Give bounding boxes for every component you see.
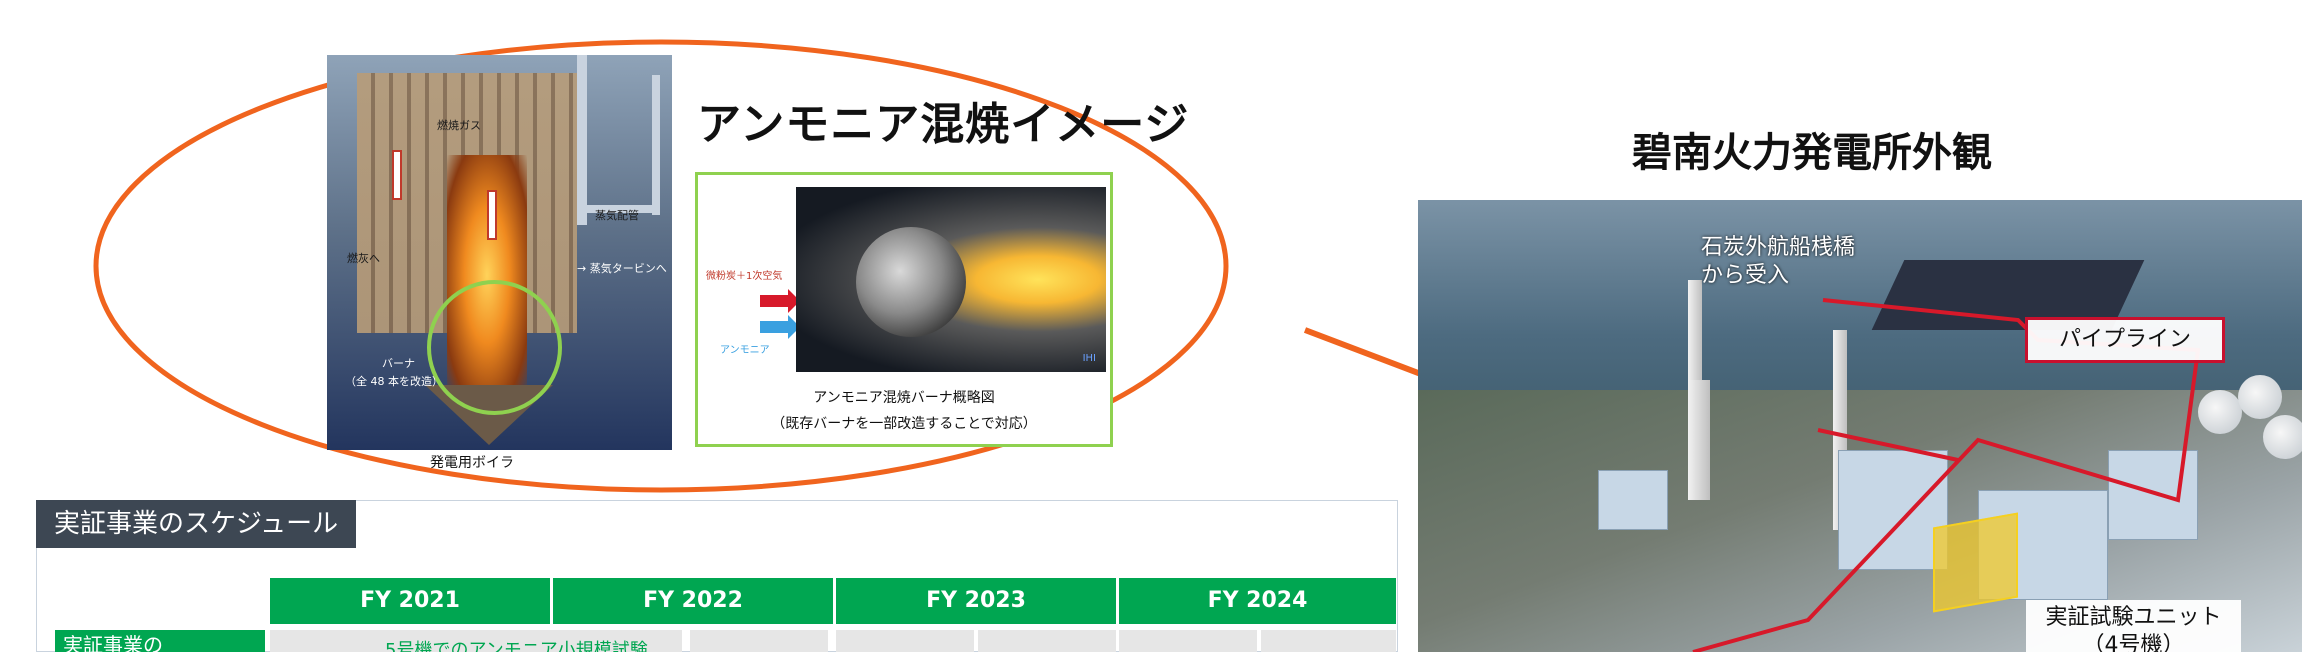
schedule-row-note: 5号機でのアンモニア小規模試験 [385,640,648,652]
schedule-row-label: 実証事業の [55,630,265,652]
coal-pier-label-2: から受入 [1701,263,1790,288]
gas-flow-arrow [487,190,497,240]
ammonia-input-arrow [760,315,800,339]
ash-label: 燃灰へ [347,252,380,265]
burner-note-label: （全 48 本を改造） [345,375,443,388]
ammonia-input-label: アンモニア [720,345,770,356]
schedule-title: 実証事業のスケジュール [36,500,357,548]
inset-caption-note: （既存バーナを一部改造することで対応） [771,416,1037,432]
boiler-illustration: 燃焼ガス 燃灰へ 蒸気配管 → 蒸気タービンへ バーナ （全 48 本を改造） [327,55,672,450]
schedule-cell [1119,630,1257,652]
inset-caption: アンモニア混焼バーナ概略図 [813,390,995,406]
test-unit-label: 実証試験ユニット （4号機） [2026,600,2241,652]
boiler-caption: 発電用ボイラ [430,455,514,471]
schedule-cell [978,630,1116,652]
schedule-cell [690,630,828,652]
schedule-cell [836,630,974,652]
burner-highlight-circle [427,280,562,415]
gas-flow-arrow [392,150,402,200]
test-unit-label-line2: （4号機） [2082,633,2185,652]
coal-input-label: 微粉炭＋1次空気 [706,271,783,282]
coal-pier-label: 石炭外航船桟橋 [1701,235,1856,260]
maker-logo: IHI [1082,353,1096,364]
burner-inset: 微粉炭＋1次空気 アンモニア IHI アンモニア混焼バーナ概略図 （既存バーナを… [695,172,1113,447]
pipeline-label: パイプライン [2025,317,2225,363]
burner-image: IHI [796,187,1106,372]
fy-2023-header: FY 2023 [836,578,1116,624]
photo-title: 碧南火力発電所外観 [1632,130,1992,176]
fy-2024-header: FY 2024 [1119,578,1396,624]
turbine-label: → 蒸気タービンへ [577,262,667,275]
exhaust-label: 燃焼ガス [437,119,481,132]
fy-2022-header: FY 2022 [553,578,833,624]
test-unit-label-line1: 実証試験ユニット [2045,605,2222,630]
diagram-title: アンモニア混焼イメージ [697,99,1190,150]
burner-nozzle [856,227,966,337]
fy-2021-header: FY 2021 [270,578,550,624]
coal-input-arrow [760,289,800,313]
power-plant-aerial-photo: 石炭外航船桟橋 から受入 パイプライン 実証試験ユニット （4号機） [1418,200,2302,652]
test-unit-marker [1933,512,2018,613]
pipeline-route [1692,298,2201,652]
steam-pipe-label: 蒸気配管 [595,209,639,222]
burner-label: バーナ [382,357,415,370]
schedule-cell [1261,630,1396,652]
